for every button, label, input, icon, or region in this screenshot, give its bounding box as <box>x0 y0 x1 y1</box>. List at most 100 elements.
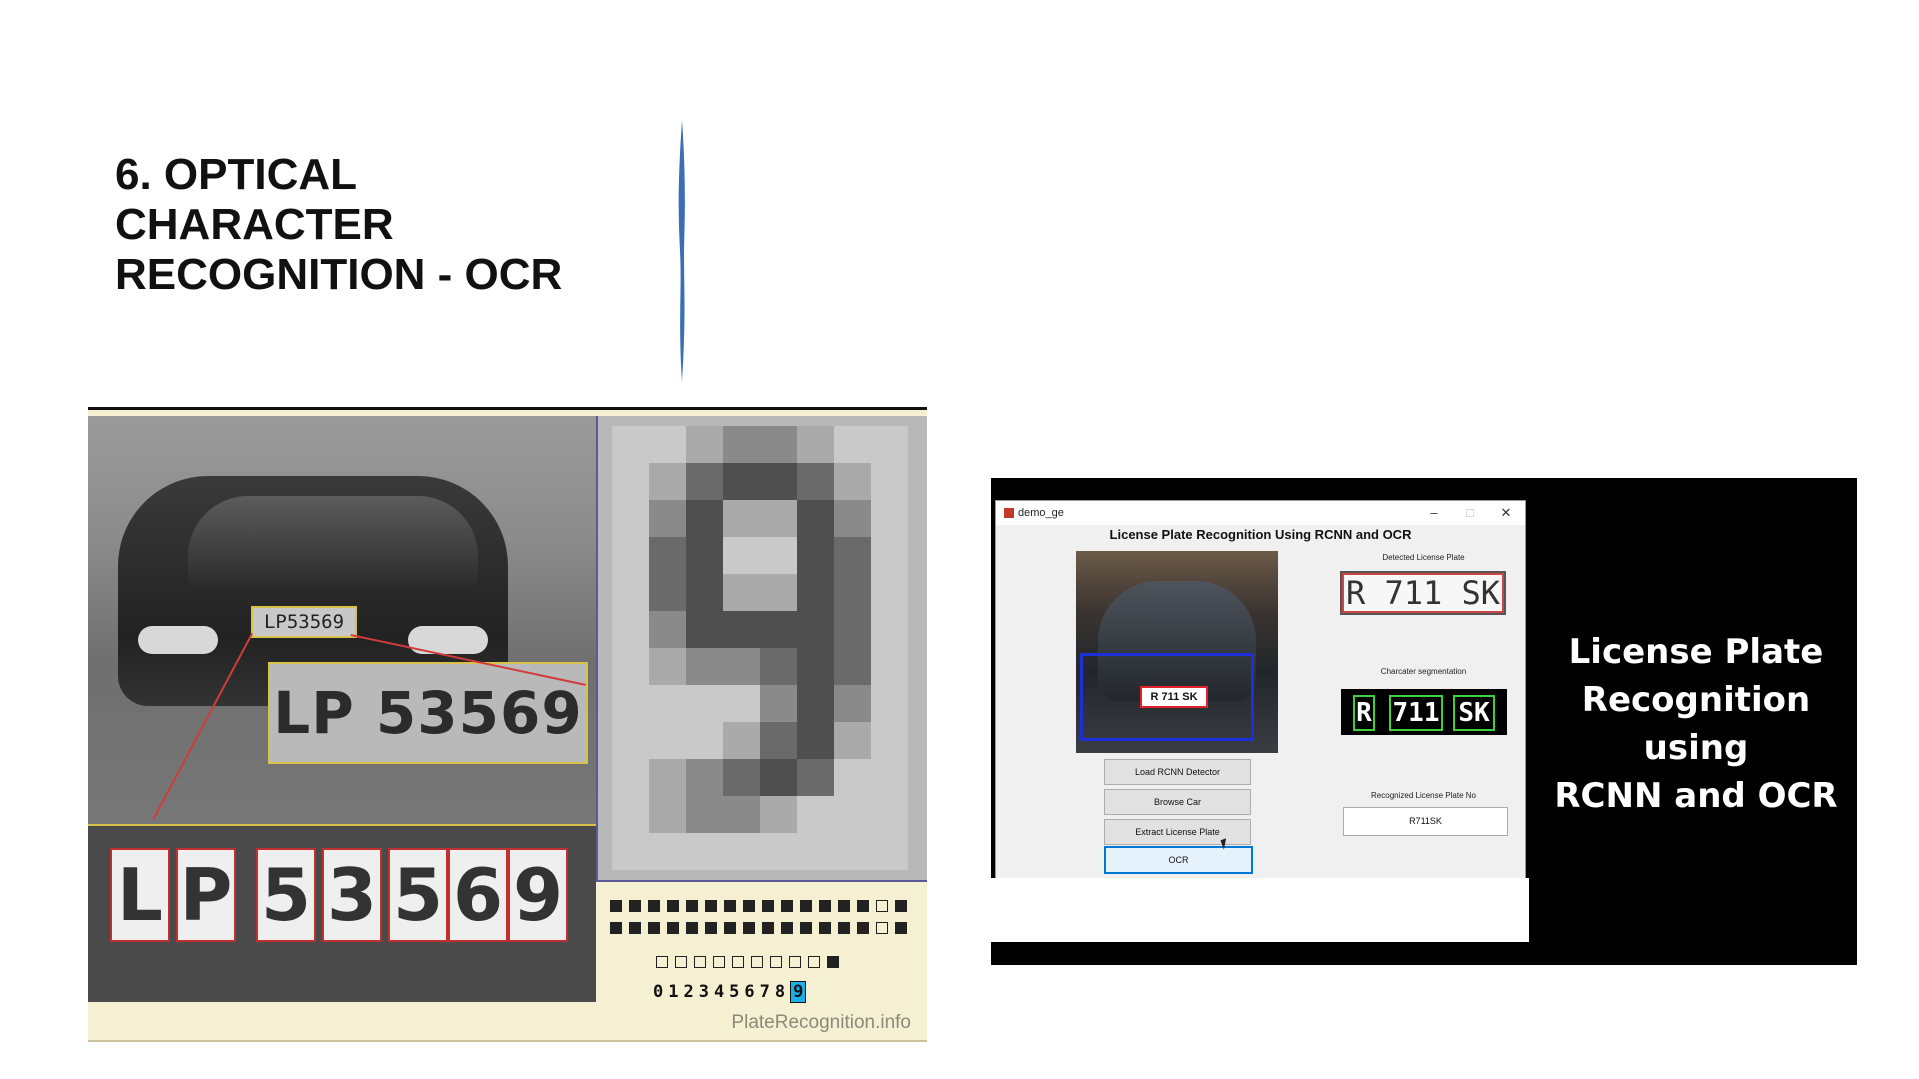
ocr-button[interactable]: OCR <box>1104 846 1253 874</box>
mosaic-pixel <box>871 722 908 759</box>
window-title: demo_ge <box>1018 507 1064 519</box>
feature-cell <box>876 900 888 912</box>
digit-row: 012345678 <box>653 982 791 1002</box>
mosaic-pixel <box>834 463 871 500</box>
mosaic-pixel <box>797 722 834 759</box>
mosaic-pixel <box>686 537 723 574</box>
mosaic-pixel <box>649 759 686 796</box>
mosaic-pixel <box>612 426 649 463</box>
mosaic-pixel <box>612 648 649 685</box>
mosaic-pixel <box>797 833 834 870</box>
segmented-characters: L P 5 3 5 6 9 <box>88 824 596 1002</box>
mosaic-pixel <box>797 500 834 537</box>
feature-cell <box>819 922 831 934</box>
recognized-plate-field[interactable]: R711SK <box>1343 807 1508 836</box>
feature-cell <box>724 900 736 912</box>
extract-license-plate-button[interactable]: Extract License Plate <box>1104 819 1251 845</box>
mosaic-pixel <box>612 833 649 870</box>
segmented-char: 6 <box>448 848 508 942</box>
detected-plate-label: Detected License Plate <box>1382 553 1465 562</box>
feature-cell <box>705 922 717 934</box>
mosaic-pixel <box>797 426 834 463</box>
mosaic-pixel <box>871 759 908 796</box>
mosaic-pixel <box>649 685 686 722</box>
mosaic-pixel <box>649 500 686 537</box>
mosaic-pixel <box>760 833 797 870</box>
app-window: demo_ge – □ ✕ License Plate Recognition … <box>995 500 1526 881</box>
feature-cell <box>667 900 679 912</box>
close-button[interactable]: ✕ <box>1488 501 1524 525</box>
feature-cell <box>895 922 907 934</box>
mosaic-pixel <box>834 574 871 611</box>
window-background <box>991 878 1529 942</box>
mosaic-pixel <box>649 648 686 685</box>
mosaic-pixel <box>760 648 797 685</box>
feature-cell <box>857 922 869 934</box>
mosaic-pixel <box>760 463 797 500</box>
detected-plate-image: R 711 SK <box>1340 571 1506 615</box>
maximize-button[interactable]: □ <box>1452 501 1488 525</box>
mosaic-pixel <box>723 648 760 685</box>
feature-cell <box>838 900 850 912</box>
mosaic-pixel <box>834 685 871 722</box>
load-rcnn-detector-button[interactable]: Load RCNN Detector <box>1104 759 1251 785</box>
mosaic-pixel <box>760 537 797 574</box>
mosaic-pixel <box>797 611 834 648</box>
digit-classes: 012345678 9 <box>653 981 807 1003</box>
car-plate: R 711 SK <box>1140 686 1208 708</box>
mosaic-pixel <box>760 796 797 833</box>
feature-cell <box>762 922 774 934</box>
output-cell <box>675 956 687 968</box>
segmented-char: L <box>110 848 170 942</box>
mosaic-pixel <box>871 426 908 463</box>
mosaic-pixel <box>612 759 649 796</box>
mosaic-pixel <box>871 537 908 574</box>
mosaic-pixel <box>871 648 908 685</box>
segmented-char: R <box>1353 695 1375 731</box>
feature-cell <box>762 900 774 912</box>
headlight-left <box>138 626 218 654</box>
feature-cell <box>686 922 698 934</box>
feature-cell <box>610 900 622 912</box>
matlab-icon <box>1004 508 1014 519</box>
output-cell <box>770 956 782 968</box>
mosaic-pixel <box>649 796 686 833</box>
browse-car-button[interactable]: Browse Car <box>1104 789 1251 815</box>
slide-title: 6. OPTICAL CHARACTER RECOGNITION - OCR <box>115 150 563 299</box>
mosaic-pixel <box>871 574 908 611</box>
feature-cell <box>781 922 793 934</box>
mosaic-pixel <box>760 426 797 463</box>
feature-cell <box>895 900 907 912</box>
app-heading: License Plate Recognition Using RCNN and… <box>1109 527 1412 542</box>
segmented-char: SK <box>1453 695 1495 731</box>
output-cell <box>827 956 839 968</box>
mosaic-pixel <box>871 796 908 833</box>
mosaic-pixel <box>797 463 834 500</box>
minimize-button[interactable]: – <box>1416 501 1452 525</box>
output-cell <box>808 956 820 968</box>
mosaic-pixel <box>760 500 797 537</box>
vertical-divider <box>678 120 685 382</box>
window-titlebar: demo_ge – □ ✕ <box>996 501 1525 525</box>
mosaic-pixel <box>649 426 686 463</box>
mosaic-pixel <box>723 685 760 722</box>
mosaic-pixel <box>686 611 723 648</box>
mosaic-pixel <box>760 685 797 722</box>
mosaic-pixel <box>723 463 760 500</box>
output-cell <box>656 956 668 968</box>
feature-cell <box>648 922 660 934</box>
feature-cell <box>629 922 641 934</box>
mosaic-pixel <box>649 611 686 648</box>
mosaic-pixel <box>834 833 871 870</box>
segmentation-label: Charcater segmentation <box>1380 667 1467 676</box>
mosaic-pixel <box>760 611 797 648</box>
mosaic-pixel <box>649 463 686 500</box>
mosaic-pixel <box>612 796 649 833</box>
mosaic-pixel <box>871 685 908 722</box>
mosaic-pixel <box>834 611 871 648</box>
mosaic-pixel <box>686 833 723 870</box>
mosaic-pixel <box>686 685 723 722</box>
mosaic-pixel <box>686 463 723 500</box>
plate-detection-small: LP53569 <box>251 606 357 638</box>
mosaic-pixel <box>797 648 834 685</box>
